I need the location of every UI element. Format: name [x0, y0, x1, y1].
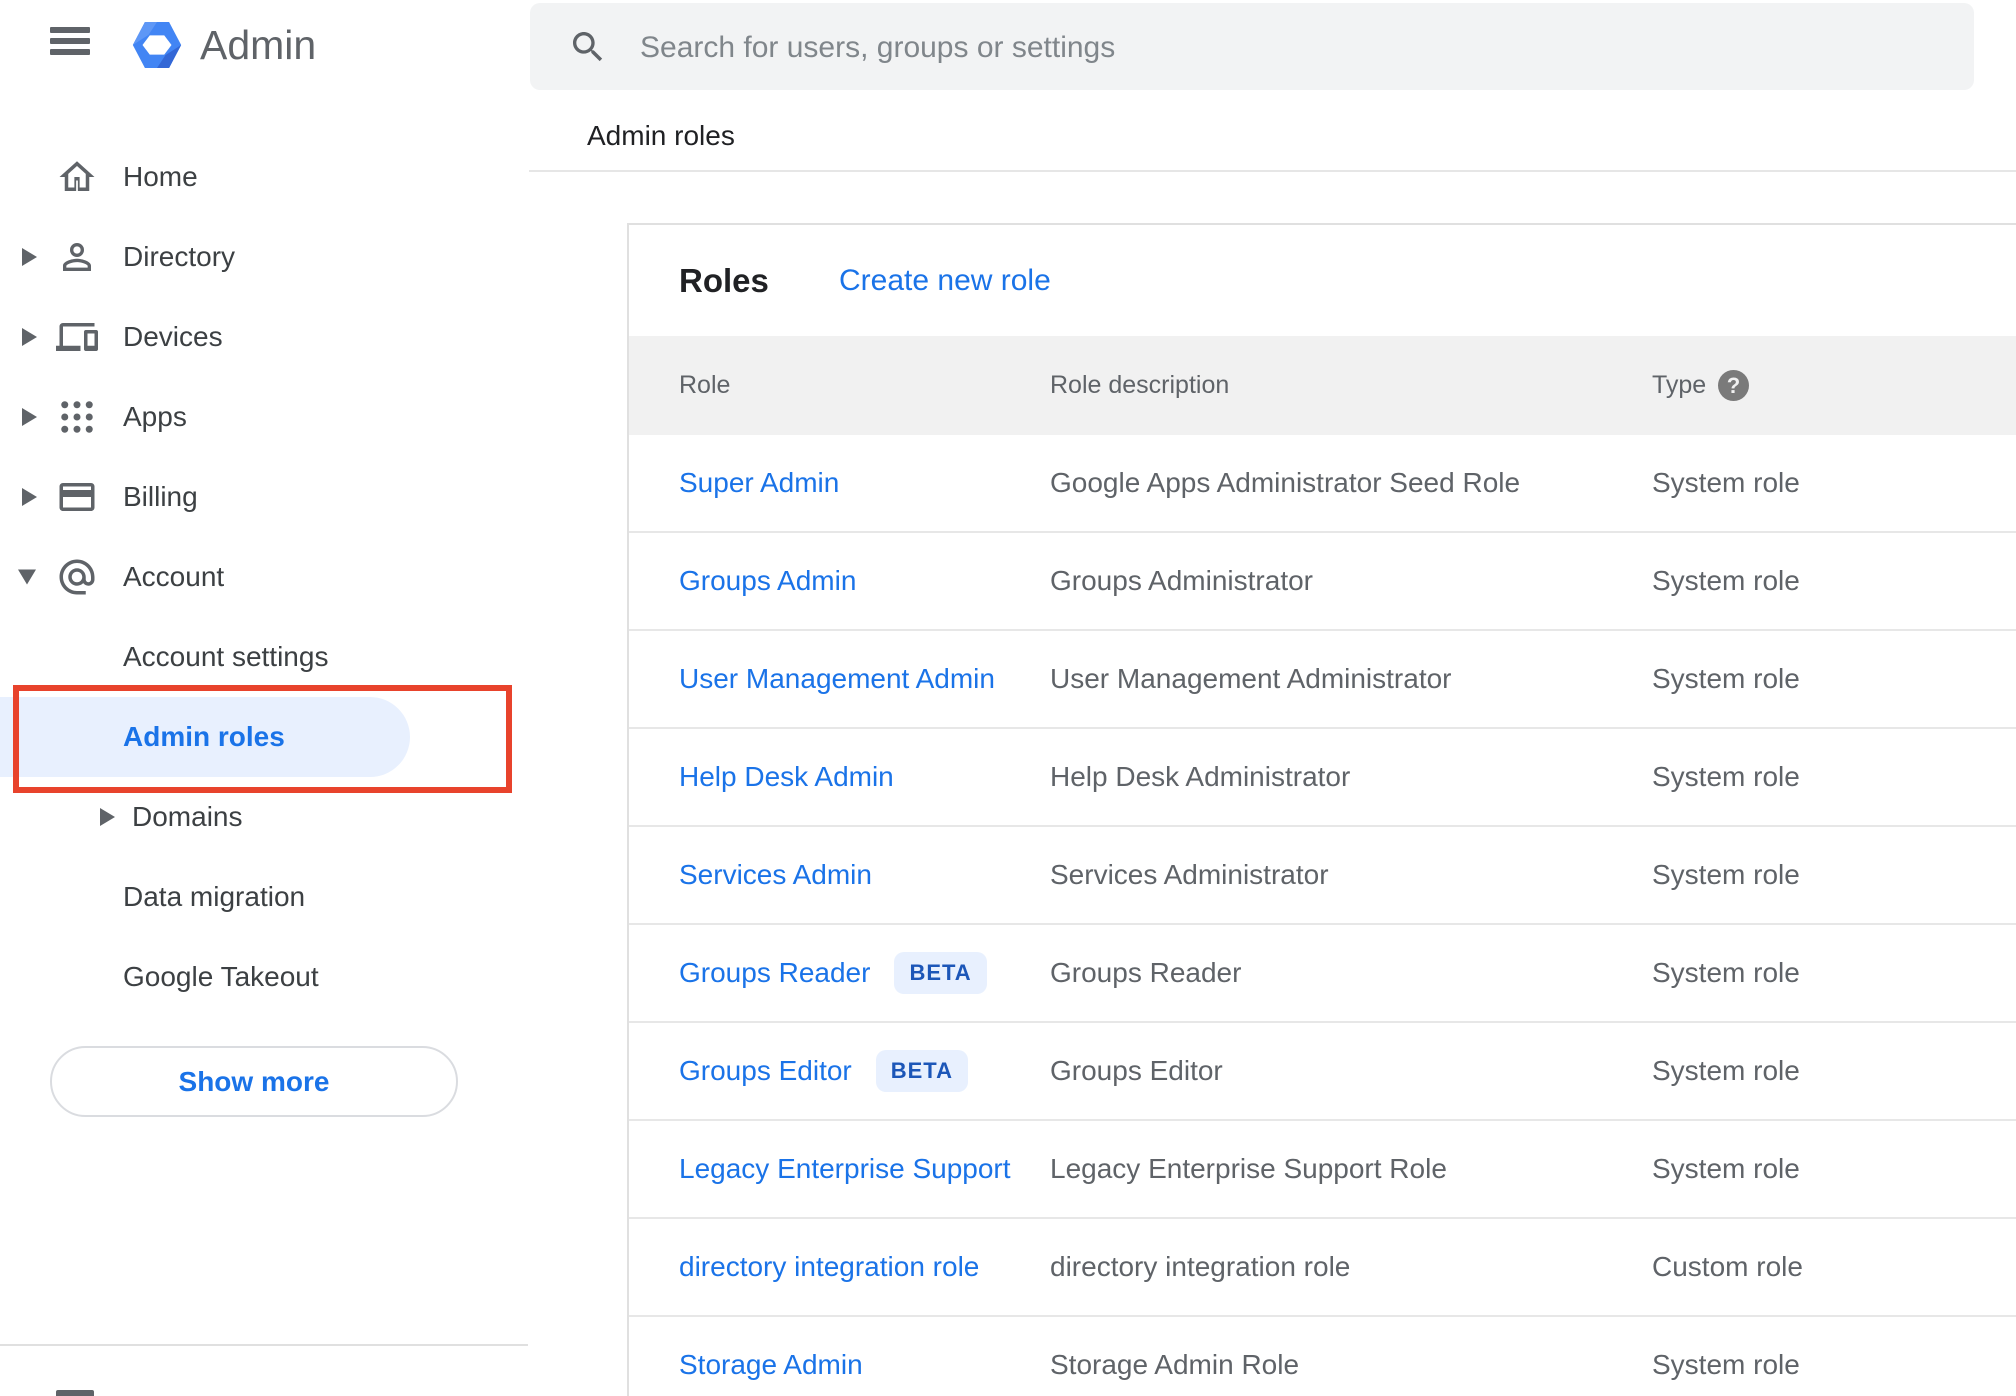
- role-type: Custom role: [1652, 1251, 1803, 1282]
- search-input[interactable]: [638, 3, 1942, 92]
- role-type: System role: [1652, 761, 1800, 792]
- role-link[interactable]: User Management Admin: [679, 663, 995, 695]
- table-row: Super Admin Google Apps Administrator Se…: [629, 435, 2016, 533]
- role-type: System role: [1652, 467, 1800, 498]
- sidebar-item-domains[interactable]: Domains: [0, 777, 528, 857]
- role-link[interactable]: Help Desk Admin: [679, 761, 894, 793]
- credit-card-icon: [56, 476, 98, 518]
- breadcrumb: Admin roles: [587, 120, 735, 151]
- google-admin-logo-icon[interactable]: [128, 16, 186, 74]
- devices-icon: [56, 316, 98, 358]
- role-type: System role: [1652, 565, 1800, 596]
- sidebar-item-label: Account settings: [123, 641, 329, 672]
- search-bar[interactable]: [530, 3, 1974, 92]
- role-link[interactable]: Services Admin: [679, 859, 872, 891]
- role-type: System role: [1652, 663, 1800, 694]
- person-icon: [56, 236, 98, 278]
- table-row: Storage Admin Storage Admin Role System …: [629, 1317, 2016, 1396]
- role-description: Storage Admin Role: [1050, 1349, 1300, 1380]
- role-type: System role: [1652, 1153, 1800, 1184]
- role-link[interactable]: directory integration role: [679, 1251, 979, 1283]
- sidebar-item-devices[interactable]: Devices: [0, 297, 528, 377]
- hamburger-menu-icon[interactable]: [50, 27, 90, 55]
- expand-arrow-icon[interactable]: [22, 328, 37, 346]
- sidebar-item-label: Account: [123, 561, 225, 592]
- sidebar-item-billing[interactable]: Billing: [0, 457, 528, 537]
- sidebar-item-account[interactable]: Account: [0, 537, 528, 617]
- role-type: System role: [1652, 859, 1800, 890]
- sidebar-divider: [0, 1344, 528, 1346]
- role-link[interactable]: Super Admin: [679, 467, 839, 499]
- table-row: Legacy Enterprise Support Legacy Enterpr…: [629, 1121, 2016, 1219]
- home-icon: [56, 156, 98, 198]
- create-new-role-link[interactable]: Create new role: [839, 225, 1051, 336]
- at-sign-icon: [56, 556, 98, 598]
- sidebar-item-directory[interactable]: Directory: [0, 217, 528, 297]
- sidebar-item-label: Directory: [123, 241, 236, 272]
- table-header-row: Role Role description Type ?: [629, 336, 2016, 435]
- table-row: Help Desk Admin Help Desk Administrator …: [629, 729, 2016, 827]
- role-description: directory integration role: [1050, 1251, 1351, 1282]
- sidebar-item-account-settings[interactable]: Account settings: [0, 617, 528, 697]
- header-divider: [529, 170, 2016, 172]
- table-row: directory integration role directory int…: [629, 1219, 2016, 1317]
- beta-badge: BETA: [875, 1050, 969, 1092]
- role-description: Help Desk Administrator: [1050, 761, 1351, 792]
- sidebar-item-label: Domains: [132, 801, 243, 832]
- role-type: System role: [1652, 1349, 1800, 1380]
- sidebar-item-label: Home: [123, 161, 198, 192]
- role-type: System role: [1652, 1055, 1800, 1086]
- role-description: Legacy Enterprise Support Role: [1050, 1153, 1447, 1184]
- admin-console-screen: Admin Admin roles Home Directory: [0, 0, 2016, 1396]
- sidebar-item-label: Devices: [123, 321, 223, 352]
- table-row: Services Admin Services Administrator Sy…: [629, 827, 2016, 925]
- role-link[interactable]: Groups Admin: [679, 565, 856, 597]
- role-description: Groups Editor: [1050, 1055, 1223, 1086]
- show-more-button[interactable]: Show more: [50, 1046, 458, 1117]
- sidebar-item-apps[interactable]: Apps: [0, 377, 528, 457]
- role-description: User Management Administrator: [1050, 663, 1452, 694]
- collapse-arrow-icon[interactable]: [18, 569, 36, 585]
- table-row: User Management Admin User Management Ad…: [629, 631, 2016, 729]
- table-row: Groups Reader BETA Groups Reader System …: [629, 925, 2016, 1023]
- search-icon: [568, 27, 608, 67]
- column-header-description: Role description: [1050, 371, 1230, 399]
- role-description: Services Administrator: [1050, 859, 1329, 890]
- sidebar-item-google-takeout[interactable]: Google Takeout: [0, 937, 528, 1017]
- table-row: Groups Admin Groups Administrator System…: [629, 533, 2016, 631]
- sidebar-item-label: Billing: [123, 481, 198, 512]
- expand-arrow-icon[interactable]: [22, 408, 37, 426]
- sidebar-item-admin-roles[interactable]: Admin roles: [0, 697, 528, 777]
- product-name: Admin: [200, 22, 317, 68]
- role-description: Groups Reader: [1050, 957, 1242, 988]
- apps-grid-icon: [56, 396, 98, 438]
- help-icon[interactable]: ?: [1718, 370, 1749, 401]
- role-link[interactable]: Groups Editor: [679, 1055, 852, 1087]
- sidebar-item-label: Google Takeout: [123, 961, 319, 992]
- partial-sidebar-icon: [56, 1390, 94, 1396]
- expand-arrow-icon[interactable]: [100, 808, 115, 826]
- sidebar-item-label: Apps: [123, 401, 187, 432]
- sidebar-item-label: Admin roles: [123, 721, 285, 752]
- sidebar-item-home[interactable]: Home: [0, 137, 528, 217]
- sidebar-item-label: Data migration: [123, 881, 306, 912]
- role-link[interactable]: Groups Reader: [679, 957, 870, 989]
- expand-arrow-icon[interactable]: [22, 488, 37, 506]
- role-description: Groups Administrator: [1050, 565, 1313, 596]
- sidebar-item-data-migration[interactable]: Data migration: [0, 857, 528, 937]
- card-title: Roles: [679, 262, 769, 299]
- column-header-role: Role: [679, 371, 731, 399]
- roles-card: Roles Create new role Role Role descript…: [627, 223, 2016, 1396]
- expand-arrow-icon[interactable]: [22, 248, 37, 266]
- card-header: Roles Create new role: [629, 225, 2016, 336]
- column-header-type: Type: [1652, 371, 1707, 399]
- table-row: Groups Editor BETA Groups Editor System …: [629, 1023, 2016, 1121]
- role-type: System role: [1652, 957, 1800, 988]
- beta-badge: BETA: [894, 952, 987, 994]
- role-link[interactable]: Legacy Enterprise Support: [679, 1153, 1011, 1185]
- role-link[interactable]: Storage Admin: [679, 1349, 863, 1381]
- role-description: Google Apps Administrator Seed Role: [1050, 467, 1521, 498]
